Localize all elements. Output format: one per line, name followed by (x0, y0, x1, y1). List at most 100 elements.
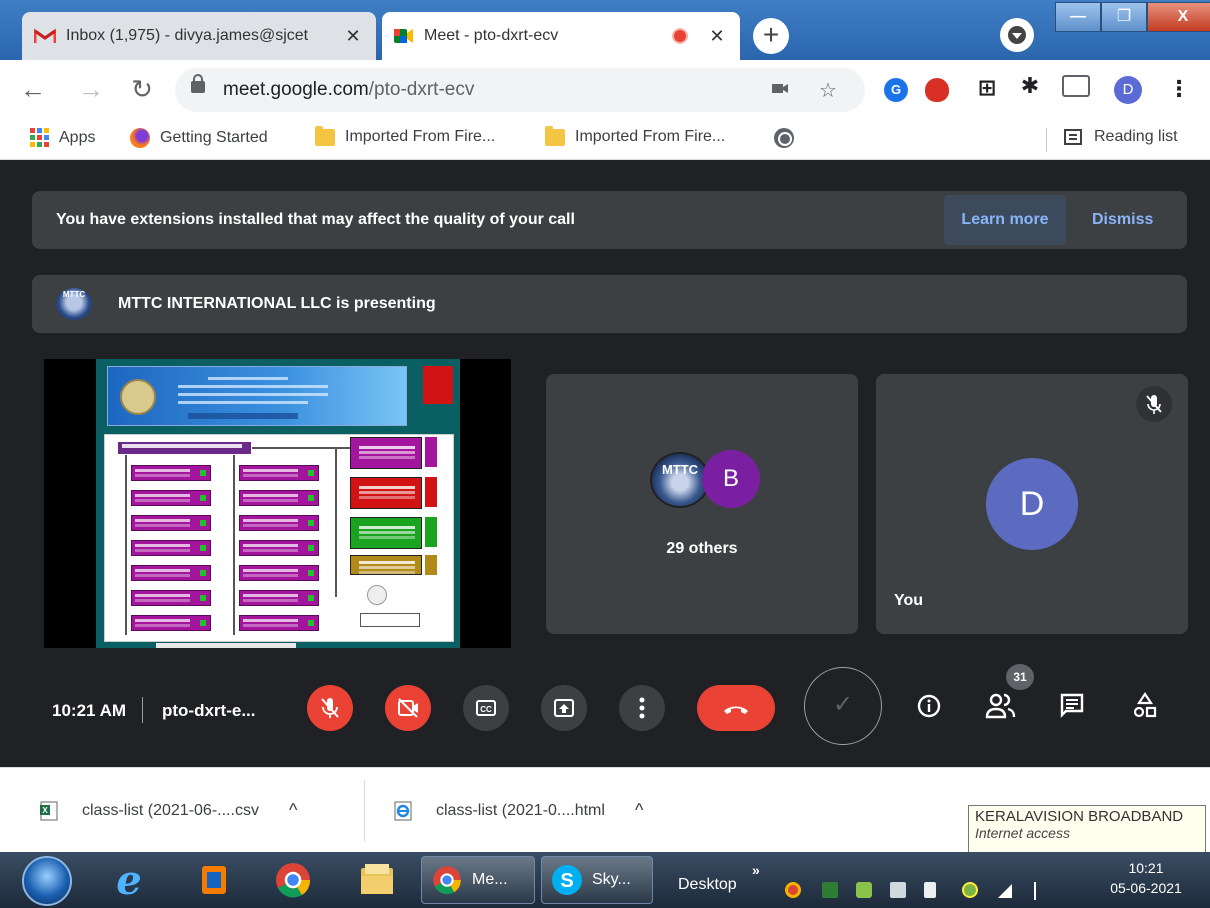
system-clock[interactable]: 10:21 05-06-2021 (1108, 858, 1184, 898)
url-field[interactable]: meet.google.com/pto-dxrt-ecv ☆ (175, 68, 865, 112)
apple-extension-icon[interactable] (925, 78, 949, 102)
meeting-details-button[interactable] (916, 693, 942, 724)
participant-tile-others[interactable]: MTTC B 29 others (546, 374, 858, 634)
meeting-code[interactable]: pto-dxrt-e... (162, 701, 256, 721)
taskbar-chrome-meet[interactable]: Me... (421, 856, 535, 904)
maximize-button[interactable]: ❐ (1101, 2, 1147, 32)
tray-chrome-icon[interactable] (785, 882, 801, 898)
meeting-clock: 10:21 AM (52, 701, 127, 720)
network-tooltip: KERALAVISION BROADBAND Internet access (968, 805, 1206, 853)
desktop-toolbar-label[interactable]: Desktop (678, 876, 737, 894)
camera-off-icon (398, 698, 418, 718)
camera-icon[interactable] (770, 78, 790, 104)
chat-button[interactable] (1058, 691, 1086, 724)
svg-text:e: e (116, 860, 141, 900)
toolbar-overflow-icon[interactable]: » (752, 862, 760, 878)
download-item-csv[interactable]: X class-list (2021-06-....csv ^ (40, 800, 297, 821)
hang-up-icon (724, 706, 748, 714)
chat-icon (1060, 693, 1084, 718)
tray-app-icon[interactable] (856, 882, 872, 898)
more-options-button[interactable] (619, 685, 665, 731)
microphone-toggle-button[interactable] (307, 685, 353, 731)
cast-icon[interactable] (1062, 75, 1090, 97)
checkmark-icon: ✓ (832, 691, 854, 718)
reading-list-icon (1064, 129, 1082, 145)
svg-text:CC: CC (480, 705, 492, 714)
gmail-icon (33, 28, 57, 44)
bookmark-label: Imported From Fire... (345, 128, 496, 145)
group-avatar-logo: MTTC (650, 452, 710, 508)
media-player-icon[interactable] (192, 860, 234, 900)
firefox-icon (130, 128, 150, 148)
learn-more-button[interactable]: Learn more (944, 195, 1066, 245)
meet-call-area: You have extensions installed that may a… (0, 161, 1210, 767)
tab-meet[interactable]: Meet - pto-dxrt-ecv ✕ (382, 12, 740, 60)
reload-icon[interactable]: ↻ (127, 74, 157, 105)
file-explorer-icon[interactable] (356, 860, 398, 900)
reading-list-label: Reading list (1094, 128, 1178, 145)
browser-menu-icon[interactable]: ⋮ (1168, 76, 1190, 102)
recording-indicator-icon (674, 30, 686, 42)
captions-button[interactable]: CC (463, 685, 509, 731)
excel-file-icon: X (40, 801, 58, 821)
download-item-html[interactable]: class-list (2021-0....html ^ (394, 800, 643, 821)
minimize-button[interactable]: — (1055, 2, 1101, 32)
close-tab-icon[interactable]: ✕ (706, 26, 728, 47)
skype-icon: S (552, 865, 582, 895)
camera-toggle-button[interactable] (385, 685, 431, 731)
bookmark-globe[interactable] (774, 128, 794, 148)
back-arrow-icon[interactable]: ← (18, 74, 48, 105)
tab-gmail-inbox[interactable]: Inbox (1,975) - divya.james@sjcet ✕ (22, 12, 376, 60)
address-bar-row: ← → ↻ meet.google.com/pto-dxrt-ecv ☆ G ⊞… (0, 60, 1210, 120)
forward-arrow-icon[interactable]: → (76, 74, 106, 105)
network-signal-icon[interactable] (998, 884, 1012, 898)
bookmark-folder-2[interactable]: Imported From Fire... (545, 125, 725, 146)
close-tab-icon[interactable]: ✕ (342, 26, 364, 47)
activities-button[interactable] (1130, 691, 1160, 726)
profile-avatar[interactable]: D (1114, 76, 1142, 104)
tray-app-icon[interactable] (822, 882, 838, 898)
present-now-button[interactable] (541, 685, 587, 731)
dismiss-button[interactable]: Dismiss (1092, 211, 1153, 229)
action-center-flag-icon[interactable] (1034, 882, 1046, 900)
others-count-label: 29 others (666, 540, 738, 557)
grammarly-extension-icon[interactable]: G (884, 78, 908, 102)
grid-extension-icon[interactable]: ⊞ (974, 76, 1000, 100)
extensions-puzzle-icon[interactable]: ✱ (1018, 74, 1042, 98)
bookmark-getting-started[interactable]: Getting Started (130, 128, 268, 148)
bookmark-divider (1046, 128, 1047, 152)
bookmark-star-icon[interactable]: ☆ (819, 78, 837, 103)
chevron-up-icon[interactable]: ^ (635, 800, 643, 821)
bookmark-folder-1[interactable]: Imported From Fire... (315, 125, 496, 146)
control-divider (142, 697, 143, 723)
tab-search-icon[interactable] (1000, 18, 1034, 52)
closed-captions-icon: CC (476, 700, 496, 716)
chevron-up-icon[interactable]: ^ (289, 800, 297, 821)
reading-list-button[interactable]: Reading list (1064, 128, 1178, 146)
window-controls: — ❐ X (1055, 2, 1210, 32)
activity-check-button[interactable]: ✓ (804, 667, 882, 745)
slide-header-image (107, 366, 407, 426)
extensions-warning-banner: You have extensions installed that may a… (32, 191, 1187, 249)
people-button[interactable] (984, 691, 1018, 726)
presenting-bar: MTTC MTTC INTERNATIONAL LLC is presentin… (32, 275, 1187, 333)
power-icon[interactable] (890, 882, 906, 898)
start-button[interactable] (22, 856, 72, 906)
volume-icon[interactable] (924, 882, 936, 898)
activities-shapes-icon (1133, 692, 1157, 718)
new-tab-button[interactable]: + (753, 18, 789, 54)
bookmark-apps[interactable]: Apps (30, 128, 95, 147)
chrome-icon[interactable] (272, 860, 314, 900)
presentation-screen[interactable] (44, 359, 511, 648)
folder-icon (315, 125, 335, 146)
leave-call-button[interactable] (697, 685, 775, 731)
svg-text:S: S (560, 870, 573, 892)
close-window-button[interactable]: X (1147, 2, 1210, 32)
bookmarks-bar: Apps Getting Started Imported From Fire.… (0, 120, 1210, 160)
tray-vpn-icon[interactable] (962, 882, 978, 898)
presenting-label: MTTC INTERNATIONAL LLC is presenting (118, 295, 436, 312)
more-vert-icon (639, 697, 645, 719)
participant-tile-self[interactable]: D You (876, 374, 1188, 634)
internet-explorer-icon[interactable]: e (108, 857, 150, 904)
taskbar-skype[interactable]: S Sky... (541, 856, 653, 904)
